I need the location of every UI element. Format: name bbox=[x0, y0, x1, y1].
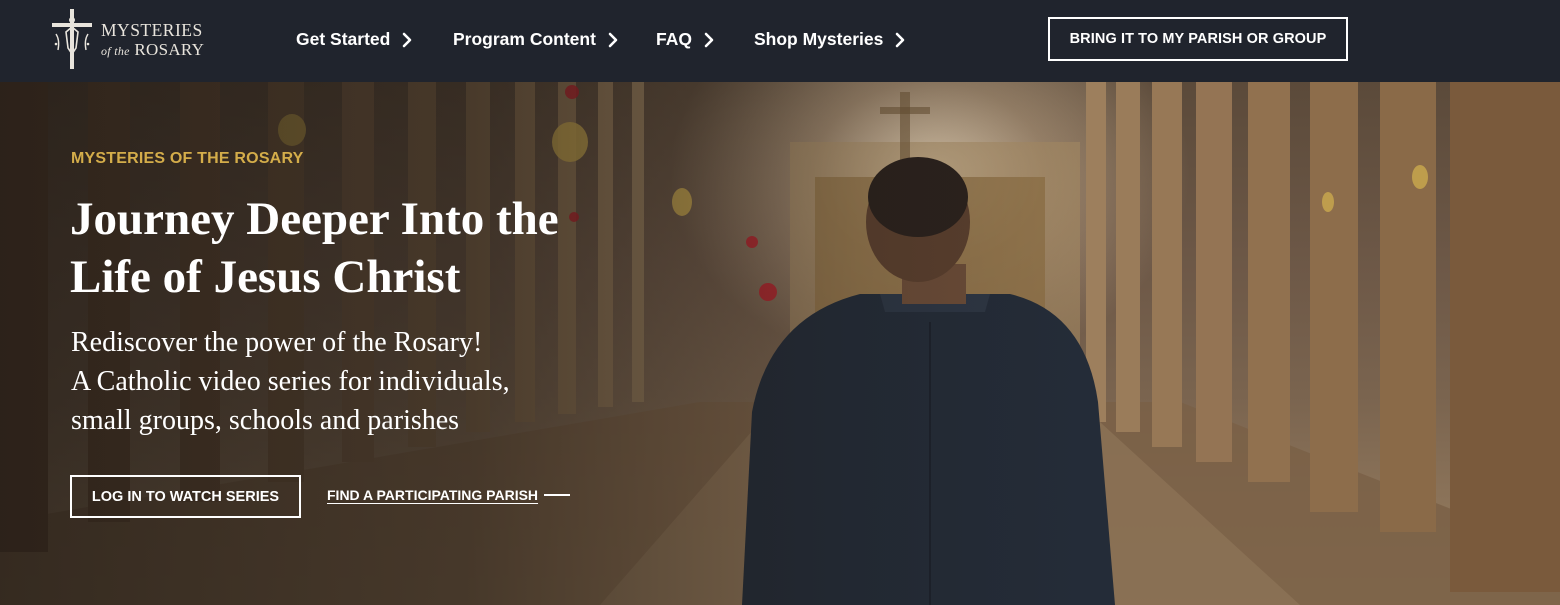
hero-subhead: Rediscover the power of the Rosary! A Ca… bbox=[71, 323, 631, 440]
nav-item-label: Program Content bbox=[453, 29, 596, 49]
chevron-right-icon bbox=[608, 32, 618, 47]
nav-item-label: FAQ bbox=[656, 29, 692, 49]
site-logo[interactable]: MYSTERIES of the ROSARY bbox=[46, 8, 216, 70]
logo-line-2: of the ROSARY bbox=[101, 41, 204, 58]
nav-item-shop-mysteries[interactable]: Shop Mysteries bbox=[754, 29, 905, 50]
logo-of-the: of the bbox=[101, 43, 130, 58]
nav-item-label: Get Started bbox=[296, 29, 391, 49]
chevron-right-icon bbox=[704, 32, 714, 47]
find-parish-link[interactable]: FIND A PARTICIPATING PARISH bbox=[327, 487, 571, 503]
nav-item-label: Shop Mysteries bbox=[754, 29, 884, 49]
subhead-line: Rediscover the power of the Rosary! bbox=[71, 327, 483, 358]
log-in-to-watch-button[interactable]: LOG IN TO WATCH SERIES bbox=[70, 475, 301, 518]
find-parish-label: FIND A PARTICIPATING PARISH bbox=[327, 487, 539, 503]
nav-item-get-started[interactable]: Get Started bbox=[296, 29, 412, 50]
logo-rosary: ROSARY bbox=[134, 39, 205, 59]
bring-to-parish-button[interactable]: BRING IT TO MY PARISH OR GROUP bbox=[1048, 17, 1348, 61]
hero-headline: Journey Deeper Into the Life of Jesus Ch… bbox=[70, 193, 559, 303]
subhead-line: A Catholic video series for individuals, bbox=[71, 366, 510, 397]
nav-item-faq[interactable]: FAQ bbox=[656, 29, 714, 50]
crucifix-icon bbox=[52, 9, 92, 69]
logo-line-1: MYSTERIES bbox=[101, 20, 203, 40]
nav-item-program-content[interactable]: Program Content bbox=[453, 29, 618, 50]
logo-wordmark: MYSTERIES of the ROSARY bbox=[101, 20, 204, 58]
hero-eyebrow: MYSTERIES OF THE ROSARY bbox=[71, 150, 304, 167]
top-nav: MYSTERIES of the ROSARY Get Started Prog… bbox=[0, 0, 1560, 82]
chevron-right-icon bbox=[403, 32, 412, 47]
dash-arrow-icon bbox=[544, 494, 571, 496]
chevron-right-icon bbox=[896, 32, 905, 47]
subhead-line: small groups, schools and parishes bbox=[71, 405, 460, 436]
